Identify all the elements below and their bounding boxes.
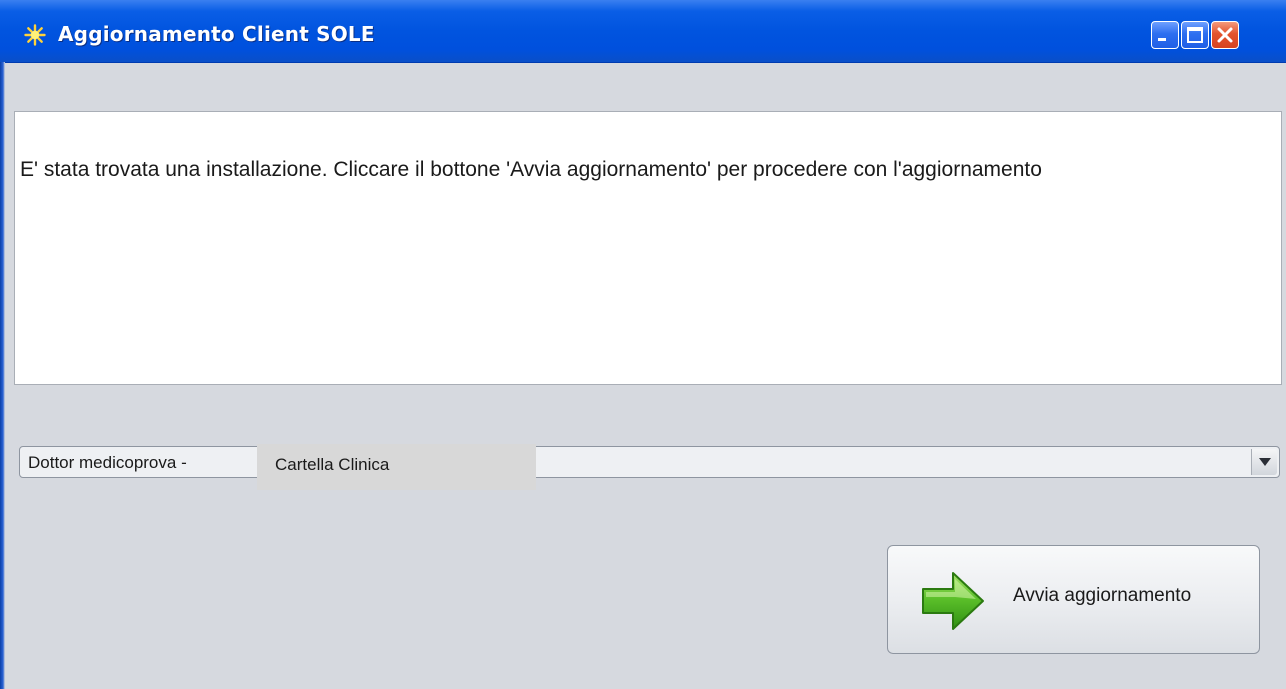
message-panel: E' stata trovata una installazione. Clic… xyxy=(14,111,1282,385)
message-text: E' stata trovata una installazione. Clic… xyxy=(20,158,1042,181)
client-selector-dropdown[interactable]: Dottor medicoprova - Cartella Clinica xyxy=(19,444,1280,490)
close-icon xyxy=(1217,27,1233,43)
minimize-button[interactable] xyxy=(1151,21,1179,49)
app-sun-icon xyxy=(24,24,46,46)
start-update-button[interactable]: Avvia aggiornamento xyxy=(887,545,1260,654)
maximize-button[interactable] xyxy=(1181,21,1209,49)
title-bar[interactable]: Aggiornamento Client SOLE xyxy=(0,0,1286,63)
window-title: Aggiornamento Client SOLE xyxy=(58,22,375,46)
selector-prefix-text: Dottor medicoprova - xyxy=(28,453,187,472)
selector-highlight: Cartella Clinica xyxy=(257,444,536,490)
selector-highlight-text: Cartella Clinica xyxy=(275,455,390,474)
dropdown-arrow-button[interactable] xyxy=(1251,449,1277,475)
minimize-icon xyxy=(1158,38,1166,41)
application-window: Aggiornamento Client SOLE E' stata trova… xyxy=(0,0,1286,689)
start-update-label: Avvia aggiornamento xyxy=(1013,585,1192,606)
dropdown-arrow-icon xyxy=(1259,458,1271,466)
close-button[interactable] xyxy=(1211,21,1239,49)
window-left-border xyxy=(0,62,5,689)
green-arrow-right-icon xyxy=(922,572,984,630)
maximize-icon xyxy=(1187,27,1203,43)
